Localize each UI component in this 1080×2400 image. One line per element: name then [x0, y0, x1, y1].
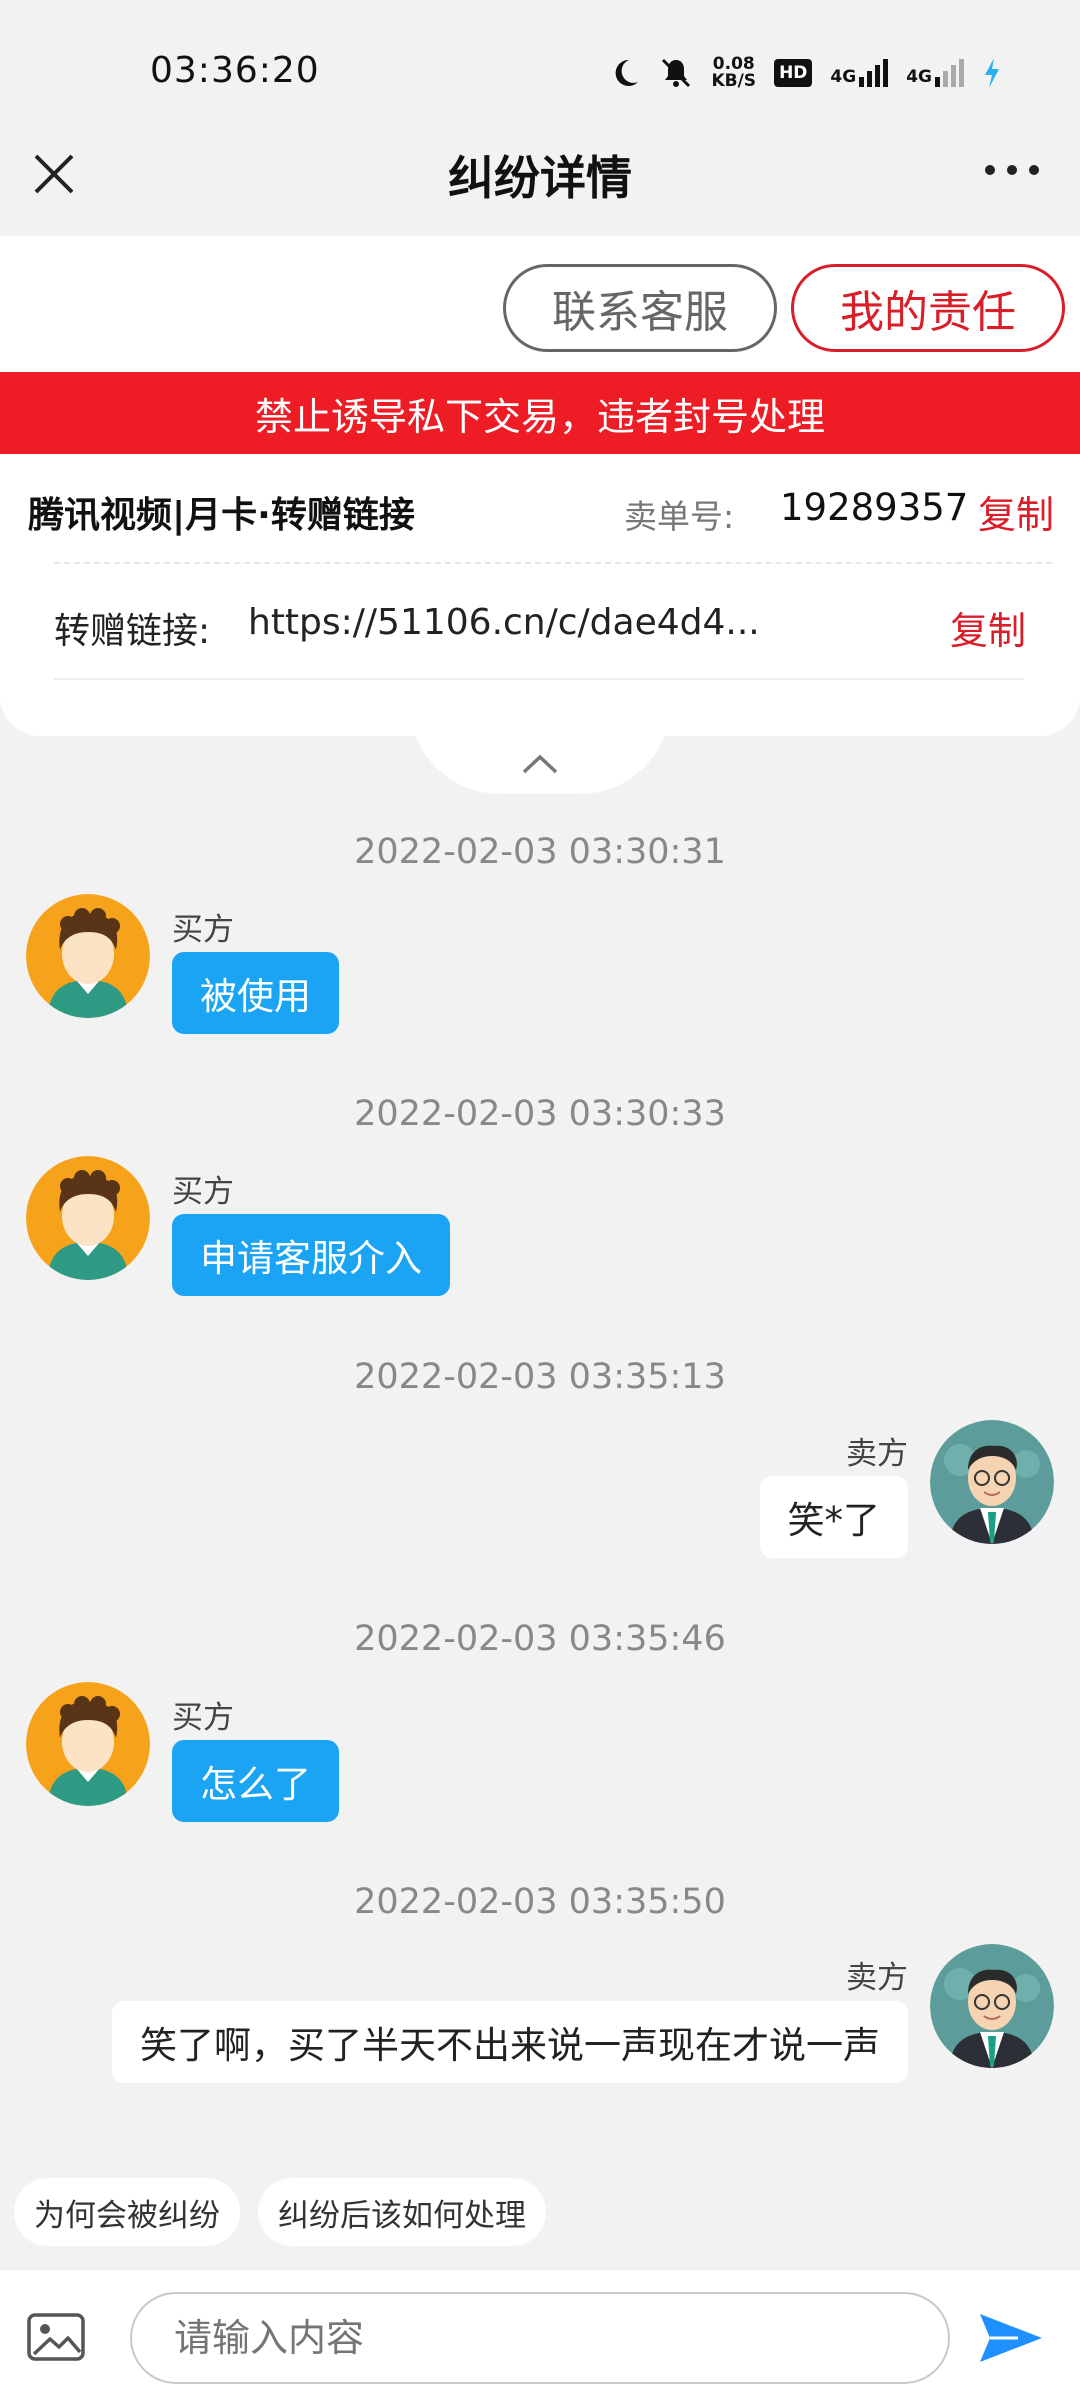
contact-service-button[interactable]: 联系客服 — [503, 264, 777, 352]
order-info-card: 联系客服 我的责任 禁止诱导私下交易，违者封号处理 腾讯视频|月卡·转赠链接 卖… — [0, 236, 1080, 736]
buyer-avatar — [26, 894, 150, 1018]
link-value: https://51106.cn/c/dae4d4... — [248, 602, 760, 643]
message-bubble: 笑*了 — [759, 1476, 908, 1558]
message-bubble: 申请客服介入 — [172, 1214, 450, 1296]
message-timestamp: 2022-02-03 03:30:31 — [354, 832, 726, 872]
signal-sim2-icon: 4G — [906, 59, 964, 87]
seller-avatar — [930, 1944, 1054, 2068]
sim2-label: 4G — [906, 67, 932, 87]
sender-name: 买方 — [172, 1174, 234, 1210]
warning-banner: 禁止诱导私下交易，违者封号处理 — [0, 372, 1080, 454]
moon-icon — [609, 57, 641, 89]
input-bar — [0, 2270, 1080, 2400]
quick-tag-how-handle[interactable]: 纠纷后该如何处理 — [258, 2178, 546, 2246]
order-row: 腾讯视频|月卡·转赠链接 卖单号: 19289357 复制 — [0, 454, 1080, 564]
buyer-avatar — [26, 1156, 150, 1280]
order-number: 19289357 — [780, 486, 969, 529]
sender-name: 买方 — [172, 912, 234, 948]
net-speed-unit: KB/S — [711, 71, 757, 91]
message-timestamp: 2022-02-03 03:30:33 — [354, 1094, 726, 1134]
my-responsibility-button[interactable]: 我的责任 — [791, 264, 1065, 352]
buyer-avatar — [26, 1682, 150, 1806]
battery-charging-icon — [982, 56, 1002, 90]
link-label: 转赠链接: — [54, 611, 211, 652]
sender-name: 买方 — [172, 1700, 234, 1736]
message-bubble: 被使用 — [172, 952, 339, 1034]
copy-link-button[interactable]: 复制 — [950, 600, 1026, 655]
message-timestamp: 2022-02-03 03:35:13 — [354, 1357, 726, 1397]
page-title: 纠纷详情 — [448, 151, 632, 205]
order-number-label: 卖单号: — [624, 497, 735, 536]
link-row: 转赠链接: https://51106.cn/c/dae4d4... 复制 — [0, 566, 1080, 676]
sim1-label: 4G — [830, 67, 857, 87]
quick-tag-why-dispute[interactable]: 为何会被纠纷 — [14, 2178, 240, 2246]
nav-bar: 纠纷详情 — [0, 118, 1080, 236]
message-timestamp: 2022-02-03 03:35:50 — [354, 1882, 726, 1922]
product-name: 腾讯视频|月卡·转赠链接 — [28, 495, 415, 536]
image-upload-icon[interactable] — [26, 2312, 86, 2362]
signal-sim1-icon: 4G — [830, 59, 889, 87]
send-icon[interactable] — [978, 2310, 1044, 2366]
more-icon[interactable] — [982, 158, 1042, 182]
sender-name: 卖方 — [846, 1436, 908, 1472]
message-timestamp: 2022-02-03 03:35:46 — [354, 1619, 726, 1659]
bell-muted-icon — [659, 56, 693, 90]
sender-name: 卖方 — [846, 1960, 908, 1996]
dispute-detail-page: 03:36:20 0.08 KB/S HD 4G 4G 纠纷详情 联系客服 我的… — [0, 0, 1080, 2400]
divider — [54, 678, 1024, 680]
status-icons: 0.08 KB/S HD 4G 4G — [609, 48, 1002, 98]
divider — [54, 562, 1052, 564]
seller-avatar — [930, 1420, 1054, 1544]
chevron-up-icon[interactable] — [516, 748, 564, 778]
hd-icon: HD — [774, 59, 813, 87]
copy-order-button[interactable]: 复制 — [978, 484, 1054, 539]
message-input[interactable] — [130, 2292, 950, 2384]
net-speed: 0.08 KB/S — [711, 56, 756, 90]
status-time: 03:36:20 — [150, 50, 320, 91]
message-bubble: 笑了啊，买了半天不出来说一声现在才说一声 — [112, 2001, 908, 2083]
message-bubble: 怎么了 — [172, 1740, 339, 1822]
